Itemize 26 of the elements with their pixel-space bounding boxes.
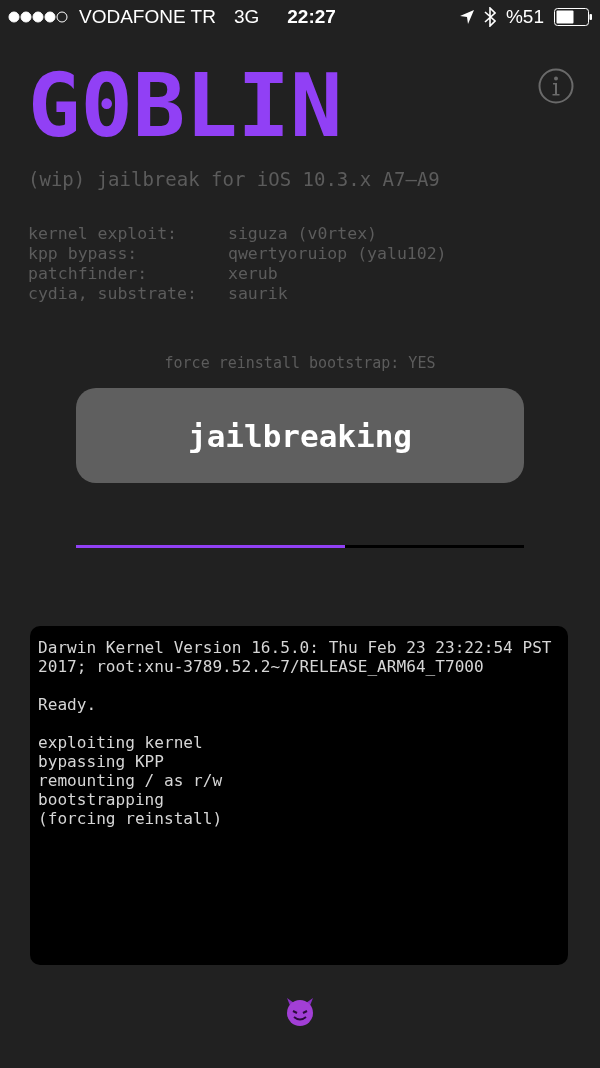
log-line: bootstrapping — [38, 790, 165, 809]
carrier-name: VODAFONE TR — [79, 6, 216, 28]
signal-icon — [8, 10, 69, 24]
credit-name: siguza (v0rtex) — [228, 224, 378, 244]
battery-icon — [554, 8, 592, 26]
credit-label: cydia, substrate: — [28, 284, 198, 304]
info-icon[interactable] — [538, 68, 574, 104]
credit-label: kernel exploit: — [28, 224, 178, 244]
app-subtitle: (wip) jailbreak for iOS 10.3.x A7–A9 — [28, 168, 441, 190]
credit-name: saurik — [228, 284, 289, 304]
log-line: Darwin Kernel Version 16.5.0: Thu Feb 23 23:22:54 PST 2017; root:xnu-3789.52.2~7/RELEASE_ARM64_T7000 — [38, 638, 553, 676]
battery-percent: %51 — [505, 6, 544, 28]
credit-label: kpp bypass: — [28, 244, 139, 264]
credit-name: xerub — [228, 264, 279, 284]
network-type: 3G — [233, 6, 260, 28]
log-line: remounting / as r/w — [38, 771, 224, 790]
bluetooth-icon — [483, 7, 496, 27]
log-line: (forcing reinstall) — [38, 809, 224, 828]
log-line: exploiting kernel — [38, 733, 204, 752]
credit-label: patchfinder: — [28, 264, 149, 284]
location-arrow-icon — [459, 10, 474, 24]
log-line: Ready. — [38, 695, 98, 714]
app-title: G0BLIN — [28, 58, 343, 154]
clock-time: 22:27 — [287, 6, 336, 28]
log-line: bypassing KPP — [38, 752, 165, 771]
credit-name: qwertyoruiop (yalu102) — [228, 244, 447, 264]
